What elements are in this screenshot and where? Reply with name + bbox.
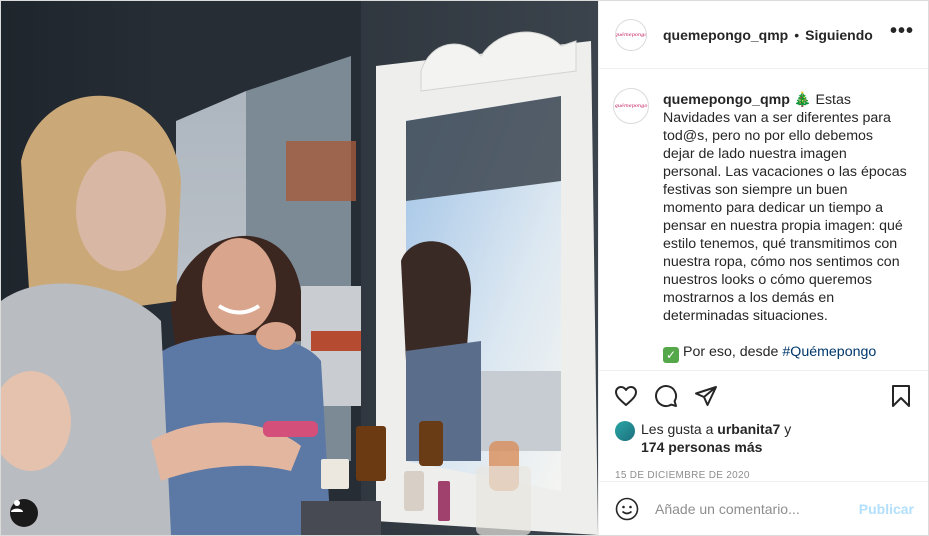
follow-status-button[interactable]: Siguiendo (805, 27, 873, 43)
heart-icon[interactable] (613, 383, 639, 409)
share-icon[interactable] (693, 383, 719, 409)
likes-connector: y (784, 421, 792, 437)
profile-avatar[interactable]: quémepongo (615, 18, 647, 51)
instagram-post: quémepongo quemepongo_qmp • Siguiendo ••… (0, 0, 929, 536)
likes-prefix: Les gusta a (641, 421, 714, 437)
caption-section: quémepongo quemepongo_qmp 🎄 Estas Navida… (599, 69, 928, 370)
publish-button[interactable]: Publicar (859, 501, 914, 517)
caption-line2-text: Por eso, desde (683, 344, 779, 360)
caption-username[interactable]: quemepongo_qmp (663, 92, 790, 108)
comment-bar: Publicar (599, 481, 928, 535)
caption-text: quemepongo_qmp 🎄 Estas Navidades van a s… (663, 91, 908, 370)
photo-illustration (1, 1, 598, 535)
likes-text: Les gusta a urbanita7 y 174 personas más (641, 420, 791, 458)
emoji-icon[interactable] (615, 497, 639, 521)
liker-avatar[interactable] (615, 421, 635, 441)
check-mark-icon: ✓ (663, 347, 679, 363)
caption-body: Estas Navidades van a ser diferentes par… (663, 92, 907, 324)
tree-emoji: 🎄 (793, 92, 812, 108)
caption-line-2: ✓ Por eso, desde #Quémepongo (663, 343, 908, 363)
bookmark-icon[interactable] (888, 383, 914, 409)
caption-avatar-logo-text: quémepongo (614, 103, 648, 109)
person-icon (11, 500, 23, 512)
more-options-icon[interactable]: ••• (890, 21, 914, 44)
liker-username[interactable]: urbanita7 (717, 421, 780, 437)
likes-others-count[interactable]: 174 personas más (641, 439, 762, 455)
avatar-logo-text: quémepongo (615, 31, 647, 38)
action-bar (599, 370, 928, 420)
caption-avatar[interactable]: quémepongo (613, 88, 649, 124)
comment-icon[interactable] (653, 383, 679, 409)
user-tag-button[interactable] (10, 499, 38, 527)
hashtag-link[interactable]: #Quémepongo (782, 344, 876, 360)
header-separator: • (794, 26, 800, 43)
post-header: quémepongo quemepongo_qmp • Siguiendo ••… (599, 1, 928, 69)
header-username[interactable]: quemepongo_qmp (663, 27, 788, 43)
post-photo[interactable] (1, 1, 598, 535)
post-sidebar: quémepongo quemepongo_qmp • Siguiendo ••… (598, 1, 928, 535)
likes-section: Les gusta a urbanita7 y 174 personas más (599, 420, 928, 458)
comment-input[interactable] (655, 500, 859, 517)
